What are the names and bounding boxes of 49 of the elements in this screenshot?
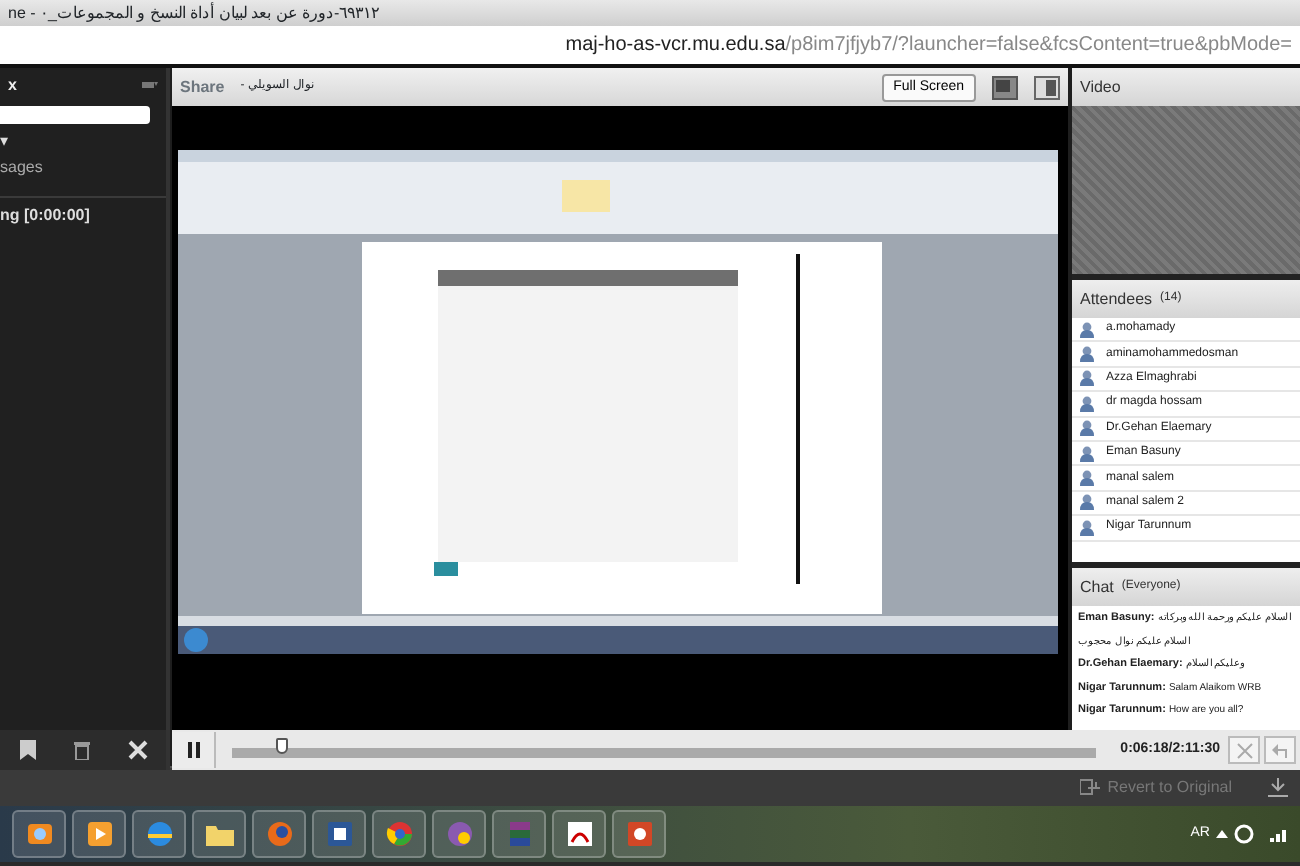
- person-icon: [1080, 395, 1094, 412]
- document-icon: [323, 818, 355, 850]
- globe-icon: [143, 818, 175, 850]
- browser-icon: [383, 818, 415, 850]
- taskbar-button[interactable]: [12, 810, 66, 858]
- browser-icon: [263, 818, 295, 850]
- filter-label: sages: [0, 156, 45, 180]
- person-icon: [1080, 420, 1094, 437]
- trash-icon[interactable]: [73, 740, 89, 760]
- chat-icon: [443, 818, 475, 850]
- pod-title: Chat: [1080, 575, 1114, 599]
- taskbar-button[interactable]: [372, 810, 426, 858]
- signal-icon[interactable]: [1270, 826, 1290, 842]
- taskbar-button[interactable]: [432, 810, 486, 858]
- taskbar-button[interactable]: [72, 810, 126, 858]
- window-title: ٦٩٣١٢-دورة عن بعد لبيان أداة النسخ و المجموعات_٠ - ne: [8, 4, 380, 22]
- slides-icon: [623, 818, 655, 850]
- taskbar-button[interactable]: [312, 810, 366, 858]
- taskbar-button[interactable]: [552, 810, 606, 858]
- panel-title: x: [8, 73, 17, 97]
- taskbar-button[interactable]: [192, 810, 246, 858]
- person-icon: [1080, 494, 1094, 511]
- bookmark-icon[interactable]: [19, 740, 35, 760]
- dropdown-caret[interactable]: ▾: [0, 128, 166, 156]
- layout-icon[interactable]: [992, 75, 1018, 99]
- taskbar-button[interactable]: [132, 810, 186, 858]
- seek-thumb[interactable]: [275, 738, 288, 754]
- play-icon: [83, 818, 115, 850]
- undo-icon: [1271, 741, 1289, 759]
- recording-entry[interactable]: ng [0:00:00]: [0, 206, 90, 224]
- search-field[interactable]: [0, 106, 150, 124]
- menu-icon[interactable]: [142, 80, 158, 90]
- pod-title: Share: [180, 75, 225, 99]
- pdf-icon: [563, 818, 595, 850]
- person-icon: [1080, 519, 1094, 536]
- person-icon: [1080, 445, 1094, 462]
- revert-icon: [1079, 778, 1102, 796]
- person-icon: [1080, 321, 1094, 338]
- person-icon: [1080, 346, 1094, 363]
- person-icon: [1080, 370, 1094, 387]
- pod-title: Video: [1080, 75, 1121, 99]
- taskbar-button[interactable]: [612, 810, 666, 858]
- download-icon[interactable]: [1268, 777, 1288, 797]
- pod-title: Attendees: [1080, 287, 1153, 311]
- caret-icon[interactable]: [1216, 830, 1228, 838]
- person-icon: [1080, 470, 1094, 487]
- photo-icon: [23, 818, 55, 850]
- layout-icon[interactable]: [1034, 75, 1060, 99]
- pause-icon: [187, 741, 199, 758]
